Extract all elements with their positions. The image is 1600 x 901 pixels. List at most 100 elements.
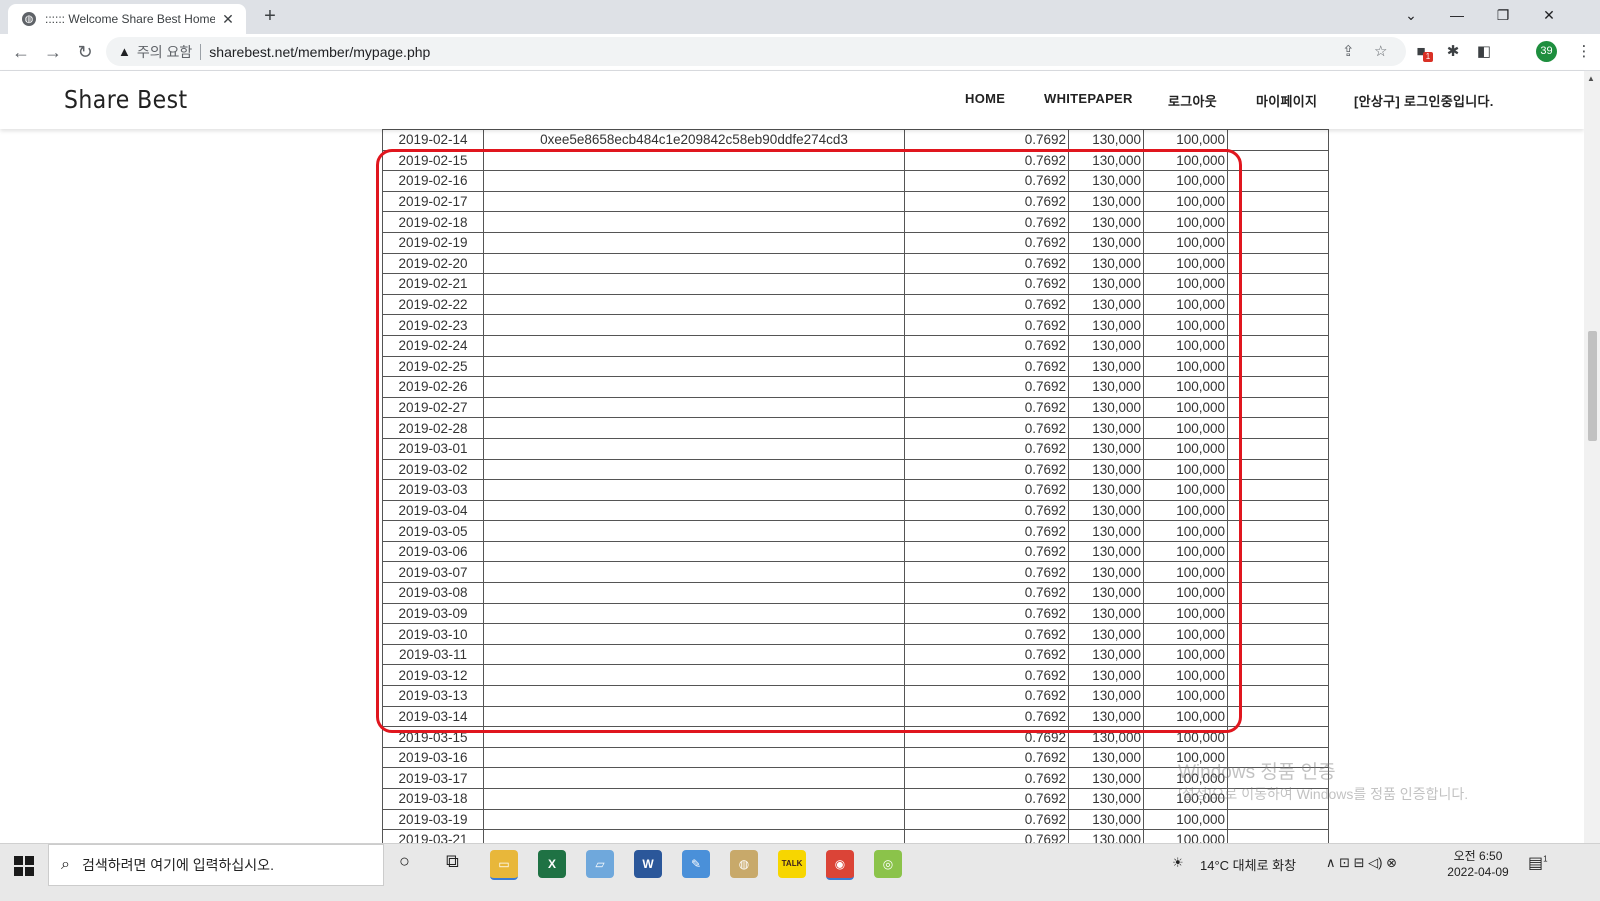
cortana-icon[interactable]: ○: [399, 851, 410, 872]
security-label[interactable]: 주의 요함: [137, 42, 192, 62]
cell-rate: 0.7692: [904, 561, 1069, 584]
cell-date: 2019-02-18: [382, 211, 484, 233]
cell-date: 2019-02-17: [382, 190, 484, 213]
cell-amount: 130,000: [1068, 479, 1144, 501]
table-row: 2019-03-04 0.7692 130,000 100,000: [382, 499, 1329, 522]
back-button[interactable]: ←: [9, 40, 33, 64]
taskbar-app-chrome[interactable]: ◉: [826, 850, 854, 880]
browser-toolbar: ← → ↻ ▲ 주의 요함 sharebest.net/member/mypag…: [0, 34, 1600, 71]
side-panel-icon[interactable]: ◧: [1474, 42, 1494, 62]
restore-button[interactable]: ❐: [1480, 0, 1526, 30]
minimize-button[interactable]: —: [1434, 0, 1480, 30]
cell-rate: 0.7692: [904, 664, 1069, 687]
taskbar-app-word[interactable]: W: [634, 850, 662, 878]
cell-extra: [1227, 129, 1329, 151]
browser-tab[interactable]: ◍ :::::: Welcome Share Best Homep ✕: [8, 4, 246, 34]
cell-address: [483, 623, 905, 645]
url-text[interactable]: sharebest.net/member/mypage.php: [209, 44, 430, 60]
cell-extra: [1227, 540, 1329, 563]
taskbar-app-notes[interactable]: ▱: [586, 850, 614, 878]
cell-date: 2019-02-28: [382, 417, 484, 439]
cell-amount: 130,000: [1068, 355, 1144, 378]
cell-value: 100,000: [1143, 643, 1228, 666]
cell-value: 100,000: [1143, 458, 1228, 481]
cell-value: 100,000: [1143, 623, 1228, 645]
forward-button[interactable]: →: [41, 40, 65, 64]
tab-search-button[interactable]: ⌄: [1388, 0, 1434, 30]
cell-date: 2019-03-10: [382, 623, 484, 645]
taskbar-app-green-app[interactable]: ◎: [874, 850, 902, 878]
warning-icon[interactable]: ▲: [118, 44, 131, 59]
taskbar-app-excel[interactable]: X: [538, 850, 566, 878]
system-clock[interactable]: 오전 6:50 2022-04-09: [1440, 848, 1516, 880]
tab-close-icon[interactable]: ✕: [220, 11, 236, 28]
cell-extra: [1227, 231, 1329, 254]
close-window-button[interactable]: ✕: [1526, 0, 1572, 30]
page-scrollbar[interactable]: ▲ ▼: [1584, 71, 1600, 860]
login-status: [안상구] 로그인중입니다.: [1354, 94, 1494, 109]
cell-date: 2019-03-17: [382, 767, 484, 789]
cell-address: [483, 417, 905, 439]
windows-start-icon[interactable]: [14, 856, 34, 876]
cell-value: 100,000: [1143, 211, 1228, 233]
site-header: Share Best HOME WHITEPAPER 로그아웃 마이페이지 [안…: [0, 71, 1584, 129]
nav-mypage[interactable]: 마이페이지: [1256, 91, 1317, 110]
cell-rate: 0.7692: [904, 808, 1069, 831]
cell-date: 2019-02-21: [382, 273, 484, 295]
profile-avatar[interactable]: 39: [1536, 41, 1557, 62]
cell-date: 2019-02-19: [382, 231, 484, 254]
address-bar[interactable]: ▲ 주의 요함 sharebest.net/member/mypage.php …: [106, 37, 1406, 66]
cell-amount: 130,000: [1068, 623, 1144, 645]
new-tab-button[interactable]: +: [258, 5, 282, 28]
system-tray-icons[interactable]: ∧ ⊡ ⊟ ◁) ⊗: [1326, 855, 1397, 871]
cell-amount: 130,000: [1068, 664, 1144, 687]
notification-icon[interactable]: ▤1: [1528, 853, 1548, 873]
taskbar-app-file-explorer[interactable]: ▭: [490, 850, 518, 880]
cell-date: 2019-02-15: [382, 149, 484, 172]
taskbar-app-kakaotalk[interactable]: TALK: [778, 850, 806, 878]
cell-extra: [1227, 643, 1329, 666]
cell-amount: 130,000: [1068, 314, 1144, 336]
nav-logout[interactable]: 로그아웃: [1168, 91, 1217, 110]
extension-icon[interactable]: ■ 1: [1411, 42, 1433, 62]
cell-amount: 130,000: [1068, 458, 1144, 481]
cell-address: [483, 293, 905, 316]
cell-address: [483, 788, 905, 810]
menu-icon[interactable]: ⋮: [1574, 42, 1594, 62]
cell-extra: [1227, 705, 1329, 728]
scroll-up-icon[interactable]: ▲: [1587, 74, 1595, 83]
task-view-icon[interactable]: ⧉: [446, 851, 459, 872]
taskbar-app-paint[interactable]: ◍: [730, 850, 758, 878]
cell-extra: [1227, 149, 1329, 172]
cell-address: [483, 767, 905, 789]
puzzle-icon[interactable]: ✱: [1443, 42, 1463, 62]
taskbar-search[interactable]: ⌕ 검색하려면 여기에 입력하십시오.: [48, 844, 384, 886]
site-logo[interactable]: Share Best: [64, 85, 188, 114]
reload-button[interactable]: ↻: [73, 40, 97, 64]
cell-address: [483, 355, 905, 378]
weather-sun-icon[interactable]: ☀: [1172, 855, 1184, 871]
cell-address: [483, 252, 905, 275]
weather-text[interactable]: 14°C 대체로 화창: [1200, 855, 1296, 874]
cell-rate: 0.7692: [904, 623, 1069, 645]
cell-extra: [1227, 520, 1329, 542]
cell-rate: 0.7692: [904, 520, 1069, 542]
nav-home[interactable]: HOME: [965, 91, 1005, 106]
share-icon[interactable]: ⇪: [1342, 37, 1355, 66]
nav-whitepaper[interactable]: WHITEPAPER: [1044, 91, 1133, 106]
cell-extra: [1227, 273, 1329, 295]
scroll-thumb[interactable]: [1588, 331, 1597, 441]
cell-value: 100,000: [1143, 685, 1228, 707]
bookmark-star-icon[interactable]: ☆: [1374, 37, 1387, 66]
cell-amount: 130,000: [1068, 561, 1144, 584]
cell-value: 100,000: [1143, 417, 1228, 439]
cell-value: 100,000: [1143, 273, 1228, 295]
table-row: 2019-03-11 0.7692 130,000 100,000: [382, 643, 1329, 666]
cell-date: 2019-02-20: [382, 252, 484, 275]
table-row: 2019-02-22 0.7692 130,000 100,000: [382, 293, 1329, 316]
taskbar-app-editor[interactable]: ✎: [682, 850, 710, 878]
cell-value: 100,000: [1143, 190, 1228, 213]
cell-rate: 0.7692: [904, 252, 1069, 275]
cell-amount: 130,000: [1068, 252, 1144, 275]
cell-rate: 0.7692: [904, 314, 1069, 336]
